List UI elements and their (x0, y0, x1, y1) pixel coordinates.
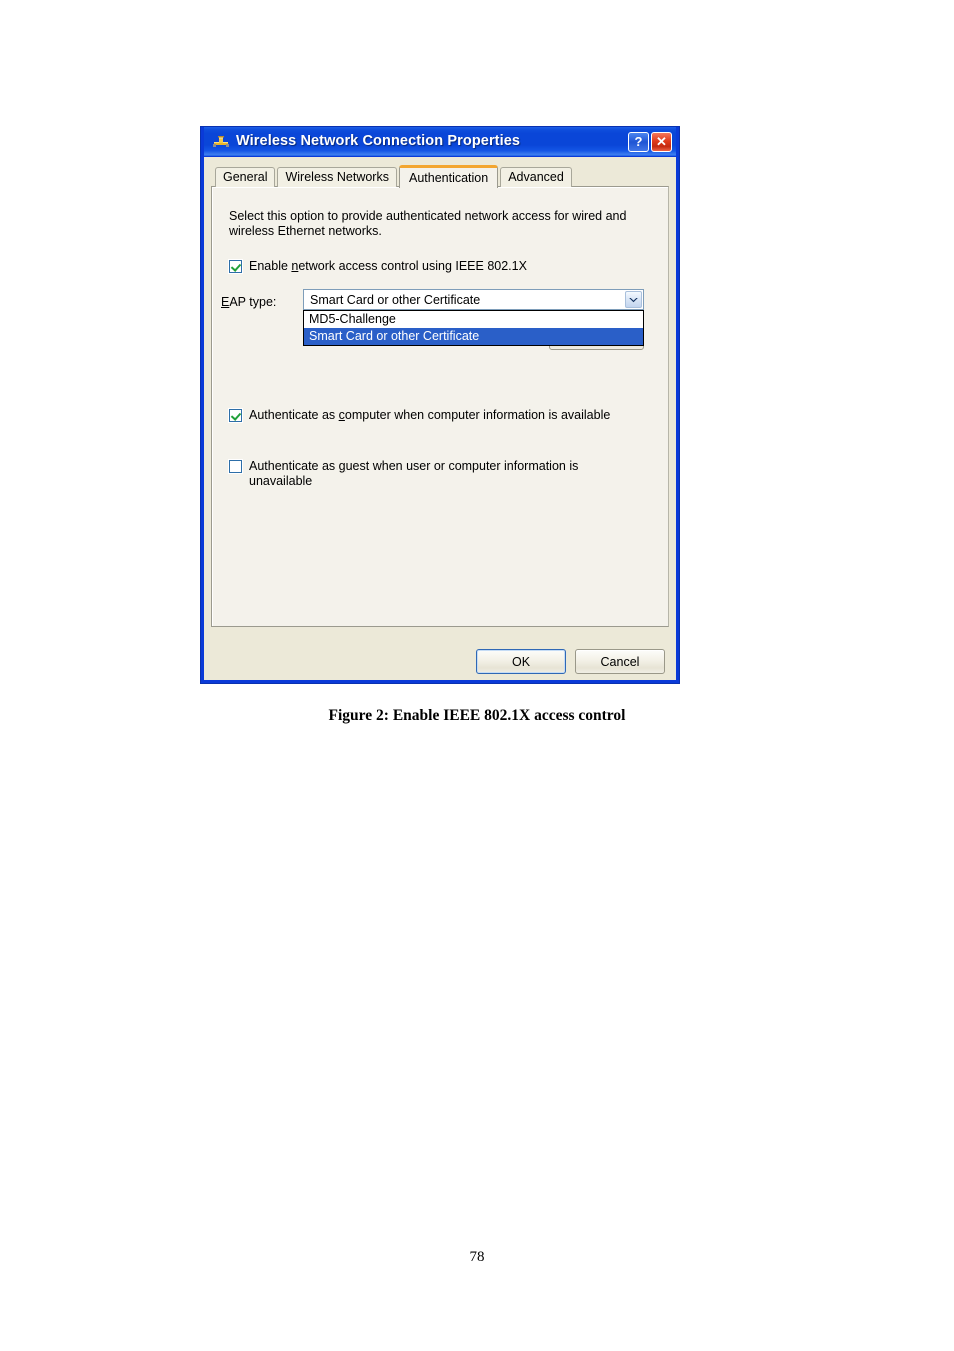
authenticate-as-computer-checkbox[interactable] (229, 409, 242, 422)
authentication-tab-panel: Select this option to provide authentica… (211, 186, 669, 627)
authenticate-as-guest-label: Authenticate as guest when user or compu… (249, 459, 579, 488)
dialog-body: General Wireless Networks Authentication… (204, 157, 676, 680)
tab-authentication[interactable]: Authentication (398, 165, 499, 188)
enable-network-access-control-label: Enable network access control using IEEE… (249, 259, 527, 273)
page-number: 78 (469, 1249, 485, 1265)
eap-type-combobox[interactable]: Smart Card or other Certificate (303, 289, 644, 310)
network-connection-icon (212, 133, 230, 151)
tab-general[interactable]: General (215, 167, 276, 187)
ok-button[interactable]: OK (476, 649, 566, 674)
enable-network-access-control-checkbox[interactable] (229, 260, 242, 273)
figure-caption: Figure 2: Enable IEEE 802.1X access cont… (328, 707, 626, 724)
panel-description: Select this option to provide authentica… (229, 209, 627, 238)
help-button[interactable]: ? (628, 131, 649, 152)
dialog-button-bar: OK Cancel (204, 649, 676, 674)
wireless-network-connection-properties-dialog: Wireless Network Connection Properties ?… (201, 127, 679, 683)
dropdown-option-smart-card[interactable]: Smart Card or other Certificate (304, 328, 643, 345)
authenticate-as-computer-row[interactable]: Authenticate as computer when computer i… (229, 408, 610, 423)
enable-network-access-control-row[interactable]: Enable network access control using IEEE… (229, 259, 527, 274)
eap-type-selected-value: Smart Card or other Certificate (310, 292, 481, 307)
dialog-title: Wireless Network Connection Properties (236, 132, 521, 149)
titlebar-buttons: ? ✕ (628, 131, 672, 152)
eap-type-dropdown-list[interactable]: MD5-Challenge Smart Card or other Certif… (303, 310, 644, 346)
authenticate-as-guest-row[interactable]: Authenticate as guest when user or compu… (229, 459, 629, 489)
tab-advanced[interactable]: Advanced (500, 167, 572, 187)
dialog-titlebar[interactable]: Wireless Network Connection Properties ?… (204, 127, 676, 157)
authenticate-as-guest-checkbox[interactable] (229, 460, 242, 473)
dropdown-option-md5-challenge[interactable]: MD5-Challenge (304, 311, 643, 328)
close-button[interactable]: ✕ (651, 131, 672, 152)
authenticate-as-computer-label: Authenticate as computer when computer i… (249, 408, 611, 422)
eap-type-label: EAP type: (221, 295, 277, 309)
tab-strip: General Wireless Networks Authentication… (211, 164, 669, 188)
tab-wireless-networks[interactable]: Wireless Networks (277, 167, 397, 187)
chevron-down-icon[interactable] (625, 291, 642, 308)
cancel-button[interactable]: Cancel (575, 649, 665, 674)
